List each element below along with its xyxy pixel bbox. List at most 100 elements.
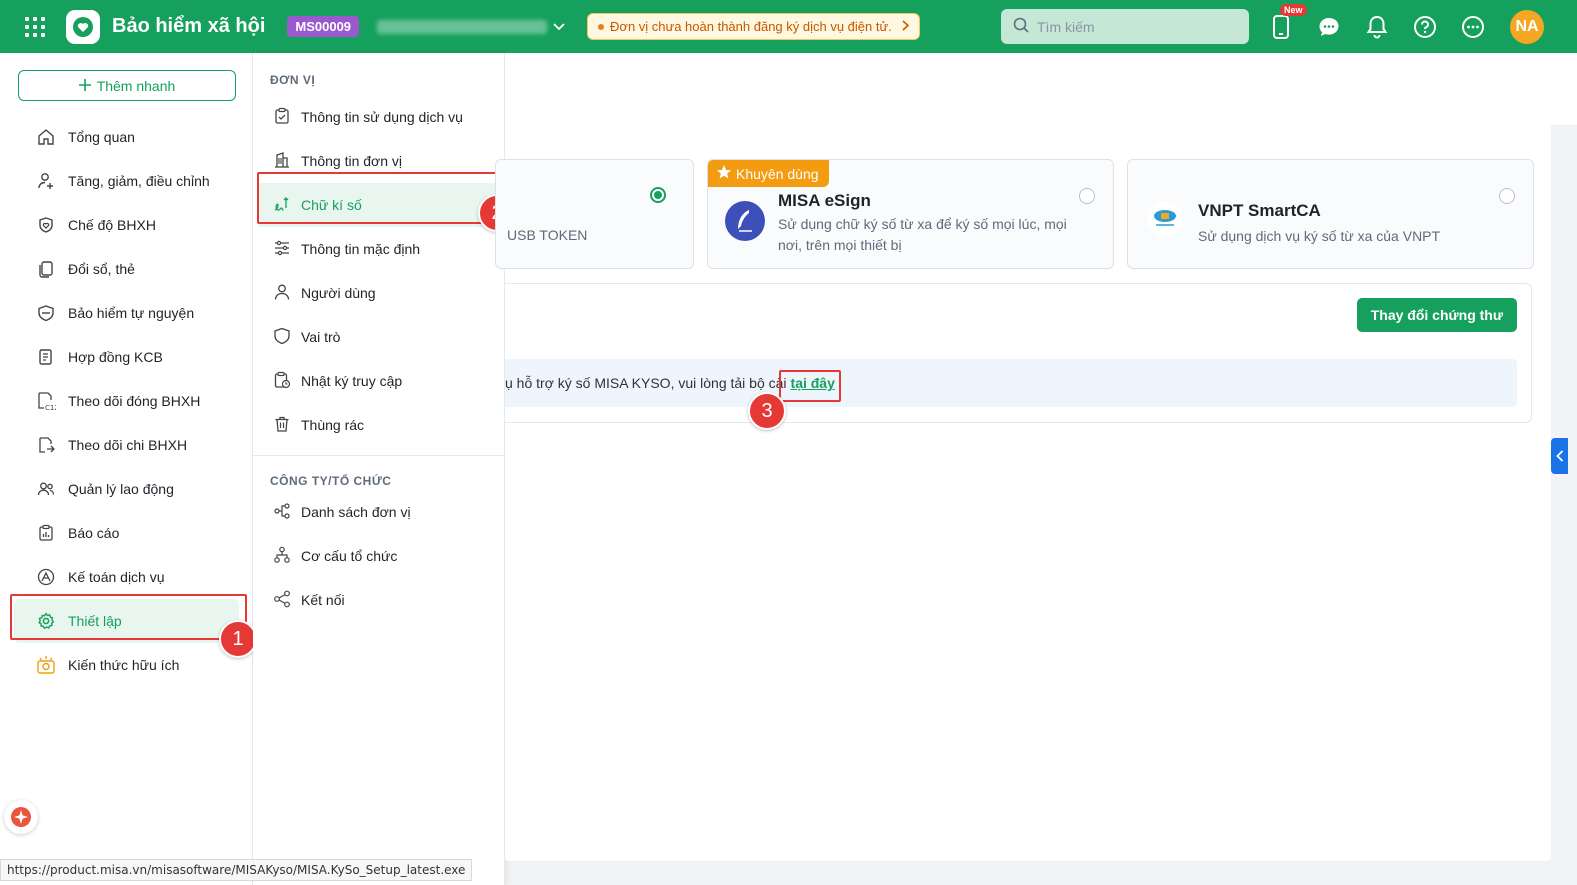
submenu-item-label: Thông tin sử dụng dịch vụ [301,109,463,125]
highlight-box-download-link [779,370,841,402]
chat-icon [1319,17,1339,36]
highlight-box-settings [10,594,247,640]
registration-warning[interactable]: Đơn vị chưa hoàn thành đăng ký dịch vụ đ… [587,13,920,40]
change-certificate-button[interactable]: Thay đổi chứng thư [1356,298,1517,332]
submenu-item-label: Danh sách đơn vị [301,504,411,520]
sidebar-item-kcb-contract[interactable]: Hợp đồng KCB [0,335,253,379]
card-description: Sử dụng dịch vụ ký số từ xa của VNPT [1198,228,1441,244]
warning-dot-icon [598,23,605,30]
unit-code-badge: MS00009 [287,16,360,37]
step-marker-1: 1 [219,620,257,658]
more-button[interactable] [1460,14,1486,40]
submenu-item-connect[interactable]: Kết nối [253,578,504,622]
sidebar-item-bhxh-regime[interactable]: Chế độ BHXH [0,203,253,247]
sparkle-icon [11,807,31,827]
sidebar-item-report[interactable]: Báo cáo [0,511,253,555]
chat-button[interactable] [1316,14,1342,40]
org-name-blurred[interactable] [377,19,548,34]
sidebar-item-track-payment[interactable]: C12 Theo dõi đóng BHXH [0,379,253,423]
submenu-divider [253,455,504,456]
sliders-icon [273,239,291,260]
submenu-item-access-log[interactable]: Nhật ký truy cập [253,359,504,403]
sidebar-item-label: Bảo hiểm tự nguyện [68,305,195,321]
card-description: Sử dụng chữ ký số từ xa để ký số mọi lúc… [778,216,1067,253]
card-title: MISA eSign [778,191,871,210]
org-chart-icon [273,546,291,567]
payout-icon [36,435,56,455]
sidebar: Thêm nhanh Tổng quan Tăng, giảm, điều ch… [0,53,253,885]
clipboard-check-icon [273,107,291,128]
sidebar-item-label: Hợp đồng KCB [68,349,163,365]
submenu-item-roles[interactable]: Vai trò [253,315,504,359]
search-placeholder: Tìm kiếm [1037,18,1095,35]
quick-add-button[interactable]: Thêm nhanh [18,70,236,101]
submenu-item-default-info[interactable]: Thông tin mặc định [253,227,504,271]
hierarchy-icon [273,502,291,523]
top-icons: New NA [1268,0,1544,53]
avatar[interactable]: NA [1510,9,1544,44]
contract-icon [36,347,56,367]
submenu-item-trash[interactable]: Thùng rác [253,403,504,447]
plus-icon [78,78,91,94]
submenu-group-title: ĐƠN VỊ [270,73,316,87]
notification-button[interactable] [1364,14,1390,40]
mobile-app-button[interactable]: New [1268,3,1307,40]
submenu-item-service-info[interactable]: Thông tin sử dụng dịch vụ [253,95,504,139]
sidebar-item-voluntary[interactable]: Bảo hiểm tự nguyện [0,291,253,335]
collapse-panel-button[interactable] [1551,438,1568,474]
usb-token-radio[interactable] [650,187,666,203]
warning-text: Đơn vị chưa hoàn thành đăng ký dịch vụ đ… [610,19,892,34]
mobile-icon [1273,14,1289,39]
sidebar-item-knowledge[interactable]: Kiến thức hữu ích [0,643,253,687]
svg-text:C12: C12 [45,404,56,411]
misa-esign-card[interactable]: Khuyên dùng MISA eSign Sử dụng chữ ký số… [707,159,1114,269]
star-icon [716,164,732,183]
chevron-down-icon[interactable] [553,20,565,34]
sidebar-item-overview[interactable]: Tổng quan [0,115,253,159]
submenu-item-label: Kết nối [301,592,345,608]
report-icon [36,523,56,543]
submenu-item-label: Cơ cấu tổ chức [301,548,398,564]
help-button[interactable] [1412,14,1438,40]
lightbulb-icon [36,655,56,675]
building-icon [273,151,291,172]
sidebar-item-label: Tổng quan [68,129,135,145]
new-badge: New [1280,3,1307,16]
home-icon [36,127,56,147]
user-icon [273,283,291,304]
user-adjust-icon [36,171,56,191]
kyso-info-bar: ụ hỗ trợ ký số MISA KYSO, vui lòng tải b… [505,359,1517,407]
submenu-item-label: Thông tin đơn vị [301,153,403,169]
sidebar-item-labor[interactable]: Quản lý lao động [0,467,253,511]
submenu-item-label: Nhật ký truy cập [301,373,403,389]
usb-token-card[interactable]: USB TOKEN [495,159,694,269]
more-icon [1462,15,1484,38]
card-title: VNPT SmartCA [1198,201,1321,220]
heart-hand-icon [73,16,93,37]
sidebar-item-label: Đổi sổ, thẻ [68,261,135,277]
submenu-item-users[interactable]: Người dùng [253,271,504,315]
submenu-item-org-structure[interactable]: Cơ cấu tổ chức [253,534,504,578]
share-icon [273,590,291,611]
recommended-label: Khuyên dùng [736,165,819,182]
submenu-item-unit-list[interactable]: Danh sách đơn vị [253,490,504,534]
help-icon [1414,15,1436,38]
bell-icon [1366,15,1388,38]
app-launcher-button[interactable] [0,0,70,53]
app-logo[interactable] [66,9,100,44]
misa-esign-radio[interactable] [1079,188,1095,204]
search-input[interactable]: Tìm kiếm [1001,9,1249,44]
sidebar-item-accounting[interactable]: Kế toán dịch vụ [0,555,253,599]
sidebar-item-label: Theo dõi đóng BHXH [68,393,201,409]
vnpt-smartca-radio[interactable] [1499,188,1515,204]
sidebar-item-adjust[interactable]: Tăng, giảm, điều chỉnh [0,159,253,203]
ai-assistant-button[interactable] [4,800,38,834]
sidebar-item-book-card[interactable]: Đổi sổ, thẻ [0,247,253,291]
search-icon [1013,17,1029,36]
info-text: ụ hỗ trợ ký số MISA KYSO, vui lòng tải b… [505,375,787,391]
submenu-item-label: Người dùng [301,285,376,301]
sidebar-item-track-payout[interactable]: Theo dõi chi BHXH [0,423,253,467]
submenu-group-title: CÔNG TY/TỔ CHỨC [270,474,392,488]
highlight-box-digital-signature [257,172,498,224]
vnpt-smartca-card[interactable]: VNPT SmartCA Sử dụng dịch vụ ký số từ xa… [1127,159,1534,269]
